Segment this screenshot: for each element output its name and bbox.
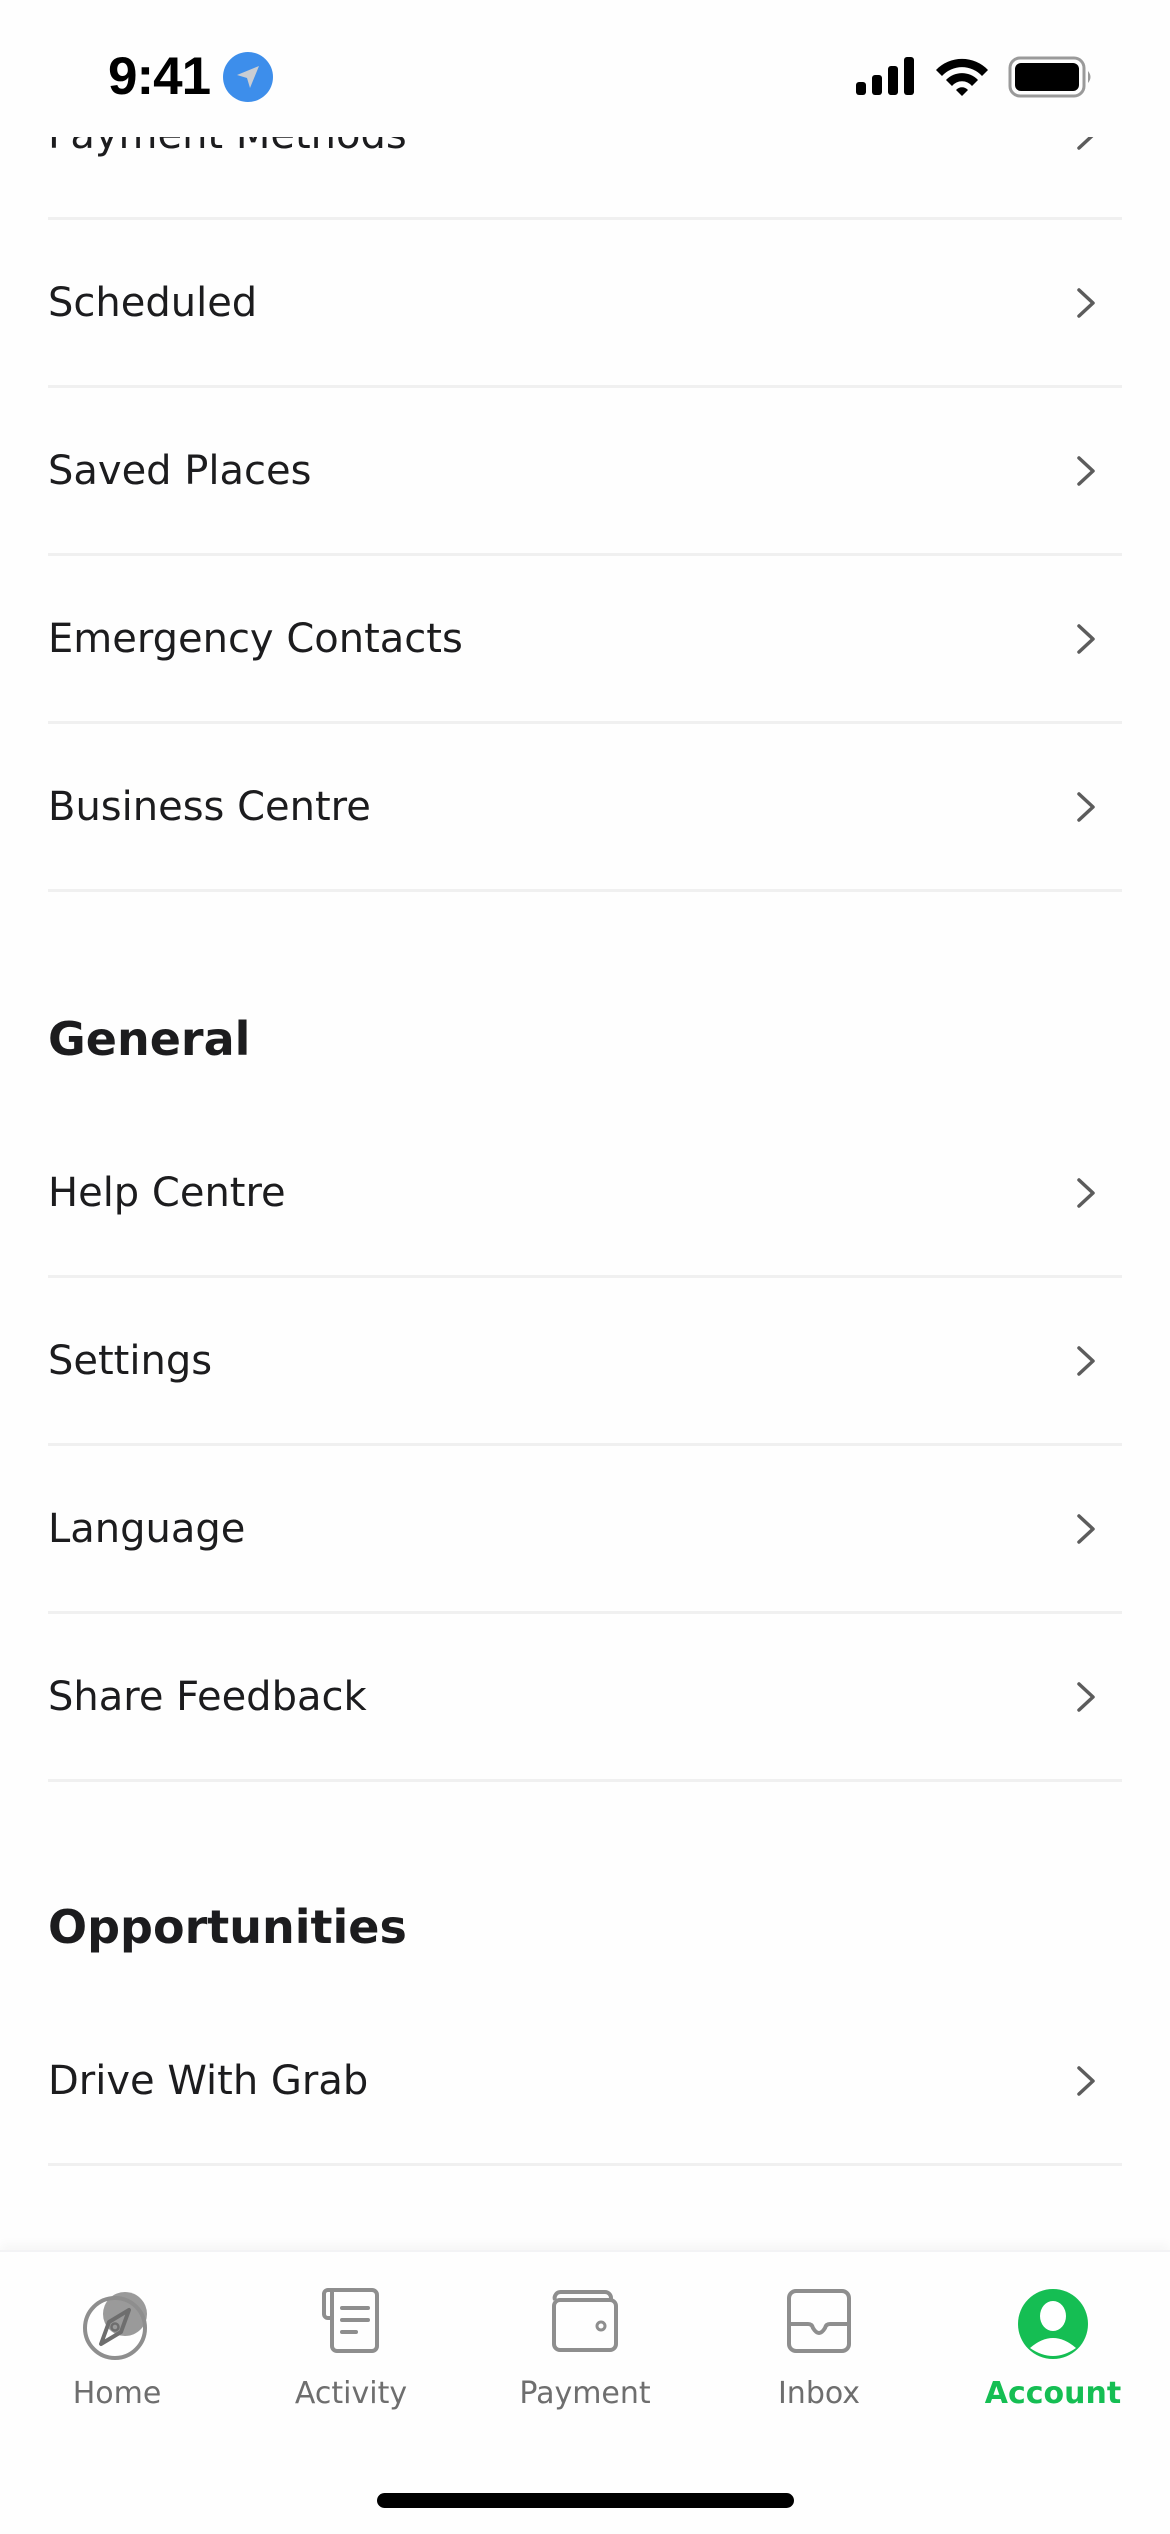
bottom-tab-bar: Home Activity Payment Inbox Account bbox=[0, 2250, 1170, 2534]
tab-label: Home bbox=[72, 2376, 162, 2411]
row-label: Settings bbox=[48, 1337, 213, 1384]
tab-account[interactable]: Account bbox=[936, 2252, 1170, 2432]
tab-payment[interactable]: Payment bbox=[468, 2252, 702, 2432]
row-label: Drive With Grab bbox=[48, 2057, 369, 2104]
tab-label: Inbox bbox=[777, 2376, 861, 2411]
section-title-opportunities: Opportunities bbox=[48, 1900, 407, 1954]
chevron-right-icon bbox=[1077, 623, 1095, 654]
menu-row-drive-with-grab[interactable]: Drive With Grab bbox=[48, 1998, 1122, 2166]
signal-icon bbox=[856, 57, 914, 95]
tab-label: Activity bbox=[294, 2376, 408, 2411]
tab-home[interactable]: Home bbox=[0, 2252, 234, 2432]
row-label: Saved Places bbox=[48, 447, 312, 494]
chevron-right-icon bbox=[1077, 455, 1095, 486]
menu-row-help-centre[interactable]: Help Centre bbox=[48, 1110, 1122, 1278]
tab-label: Payment bbox=[519, 2376, 651, 2411]
inbox-tray-icon bbox=[787, 2289, 851, 2353]
chevron-right-icon bbox=[1077, 2065, 1095, 2096]
row-label: Business Centre bbox=[48, 783, 371, 830]
tab-inbox[interactable]: Inbox bbox=[702, 2252, 936, 2432]
tab-label: Account bbox=[984, 2376, 1122, 2411]
chevron-right-icon bbox=[1077, 1177, 1095, 1208]
wifi-icon bbox=[936, 58, 988, 96]
chevron-right-icon bbox=[1077, 287, 1095, 318]
account-person-icon bbox=[1018, 2289, 1088, 2359]
menu-row-business-centre[interactable]: Business Centre bbox=[48, 724, 1122, 892]
menu-row-scheduled[interactable]: Scheduled bbox=[48, 220, 1122, 388]
row-label: Share Feedback bbox=[48, 1673, 367, 1720]
home-indicator[interactable] bbox=[377, 2493, 794, 2508]
chevron-right-icon bbox=[1077, 1345, 1095, 1376]
menu-row-emergency-contacts[interactable]: Emergency Contacts bbox=[48, 556, 1122, 724]
row-label: Scheduled bbox=[48, 279, 258, 326]
row-label: Emergency Contacts bbox=[48, 615, 463, 662]
tab-activity[interactable]: Activity bbox=[234, 2252, 468, 2432]
chevron-right-icon bbox=[1077, 791, 1095, 822]
menu-row-share-feedback[interactable]: Share Feedback bbox=[48, 1614, 1122, 1782]
wallet-icon bbox=[552, 2290, 618, 2352]
chevron-right-icon bbox=[1077, 1681, 1095, 1712]
battery-icon bbox=[1008, 56, 1091, 98]
menu-row-settings[interactable]: Settings bbox=[48, 1278, 1122, 1446]
status-time: 9:41 bbox=[108, 47, 211, 106]
chevron-right-icon bbox=[1077, 1513, 1095, 1544]
home-compass-icon bbox=[83, 2292, 147, 2360]
menu-row-saved-places[interactable]: Saved Places bbox=[48, 388, 1122, 556]
location-arrow-icon bbox=[223, 52, 273, 102]
row-label: Help Centre bbox=[48, 1169, 286, 1216]
row-label: Language bbox=[48, 1505, 246, 1552]
section-title-general: General bbox=[48, 1012, 251, 1066]
activity-receipt-icon bbox=[322, 2288, 379, 2353]
menu-row-language[interactable]: Language bbox=[48, 1446, 1122, 1614]
status-bar: 9:41 bbox=[0, 0, 1170, 137]
